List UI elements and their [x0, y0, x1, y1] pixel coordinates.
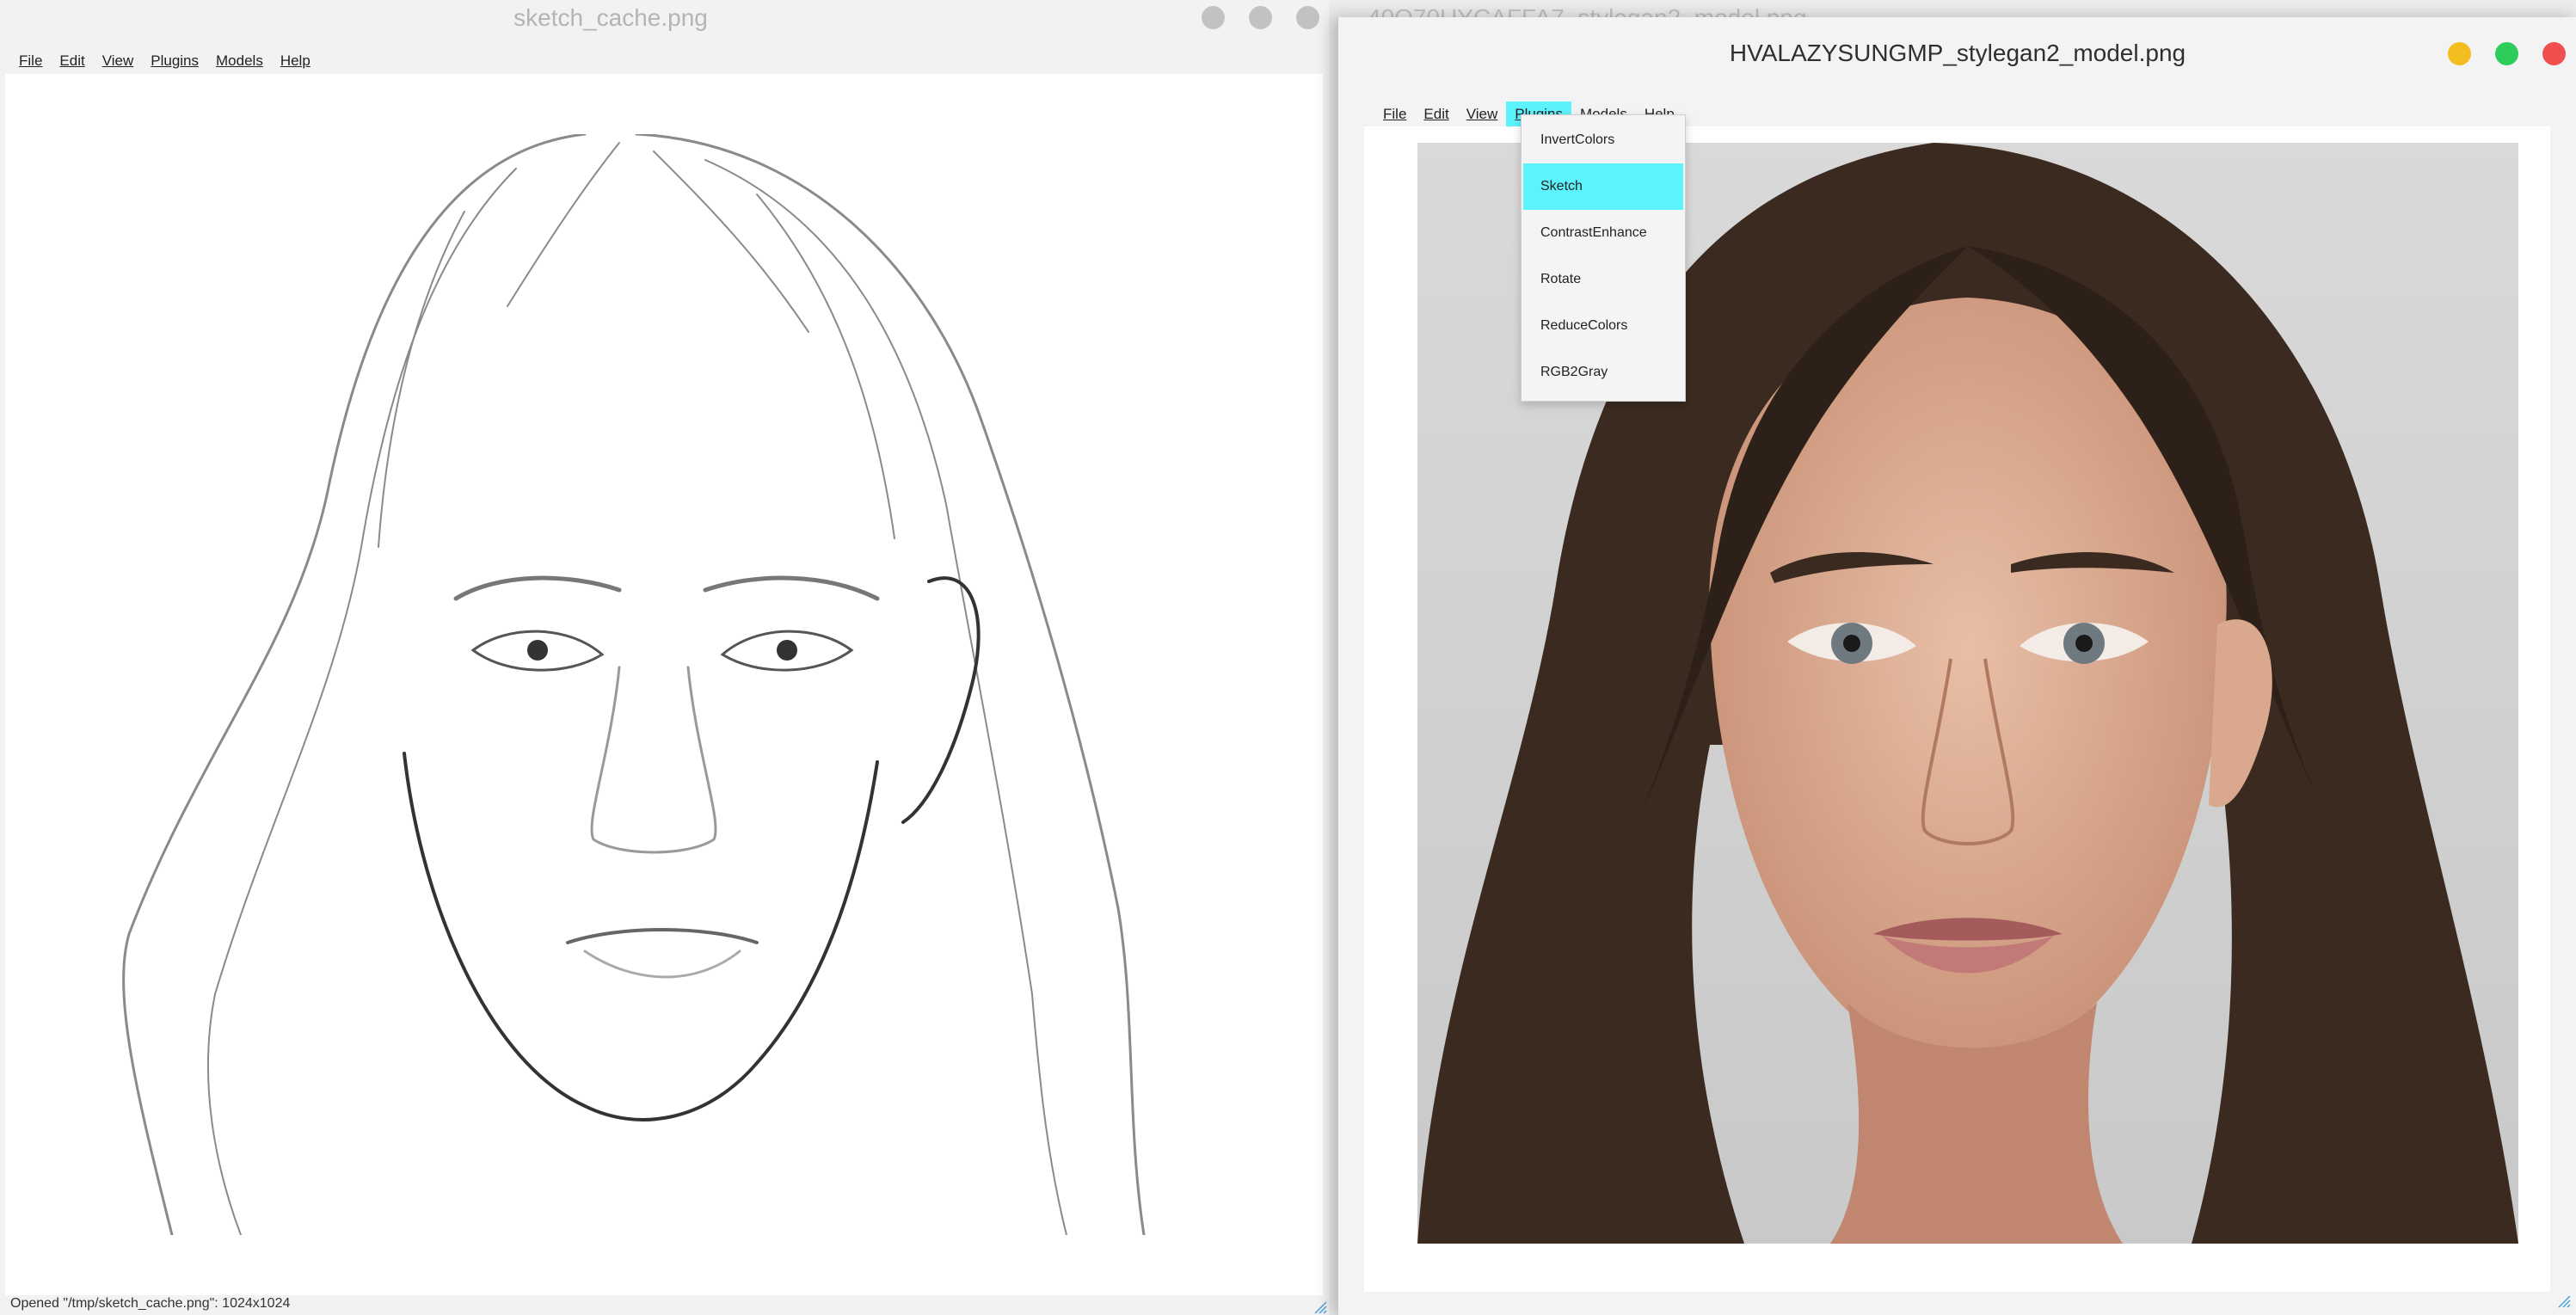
menu-help[interactable]: Help — [272, 48, 319, 74]
menu-edit-label: Edit — [59, 52, 85, 69]
menu-view[interactable]: View — [94, 48, 143, 74]
sketch-portrait-image — [122, 134, 1146, 1235]
menu-edit-label: Edit — [1423, 106, 1449, 122]
minimize-button[interactable] — [2448, 42, 2471, 65]
menu-edit[interactable]: Edit — [51, 48, 93, 74]
model-window-controls — [2448, 42, 2566, 65]
sketch-window-menubar: File Edit View Plugins Models Help — [10, 48, 319, 74]
model-window-titlebar[interactable]: HVALAZYSUNGMP_stylegan2_model.png — [1338, 17, 2576, 90]
zoom-button[interactable] — [2495, 42, 2518, 65]
menu-file[interactable]: File — [10, 48, 51, 74]
status-bar: Opened "/tmp/sketch_cache.png": 1024x102… — [10, 1296, 291, 1311]
close-button[interactable] — [2542, 42, 2566, 65]
close-button[interactable] — [1202, 6, 1225, 29]
menu-models-label: Models — [216, 52, 263, 69]
menu-plugins[interactable]: Plugins — [142, 48, 207, 74]
menu-edit[interactable]: Edit — [1415, 101, 1457, 127]
plugin-rotate[interactable]: Rotate — [1523, 256, 1683, 303]
menu-help-label: Help — [280, 52, 310, 69]
menu-file-label: File — [1383, 106, 1407, 122]
plugin-contrastenhance[interactable]: ContrastEnhance — [1523, 210, 1683, 256]
menu-view[interactable]: View — [1458, 101, 1507, 127]
menu-models[interactable]: Models — [207, 48, 272, 74]
sketch-window-titlebar[interactable]: sketch_cache.png — [0, 0, 1329, 36]
menu-file[interactable]: File — [1374, 101, 1415, 127]
resize-grip-icon[interactable] — [1312, 1299, 1327, 1314]
plugin-invertcolors[interactable]: InvertColors — [1523, 117, 1683, 163]
plugin-reducecolors[interactable]: ReduceColors — [1523, 303, 1683, 349]
minimize-button[interactable] — [1249, 6, 1272, 29]
sketch-window-controls — [1202, 6, 1319, 29]
resize-grip-icon[interactable] — [2555, 1293, 2571, 1308]
zoom-button[interactable] — [1296, 6, 1319, 29]
plugins-dropdown-menu: InvertColors Sketch ContrastEnhance Rota… — [1521, 114, 1686, 402]
menu-view-label: View — [1466, 106, 1498, 122]
plugin-sketch[interactable]: Sketch — [1523, 163, 1683, 210]
model-window-title: HVALAZYSUNGMP_stylegan2_model.png — [1729, 40, 2186, 66]
plugin-rgb2gray[interactable]: RGB2Gray — [1523, 349, 1683, 396]
menu-view-label: View — [101, 52, 134, 69]
menu-plugins-label: Plugins — [151, 52, 200, 69]
menu-file-label: File — [19, 52, 43, 69]
sketch-window-title: sketch_cache.png — [513, 4, 708, 31]
